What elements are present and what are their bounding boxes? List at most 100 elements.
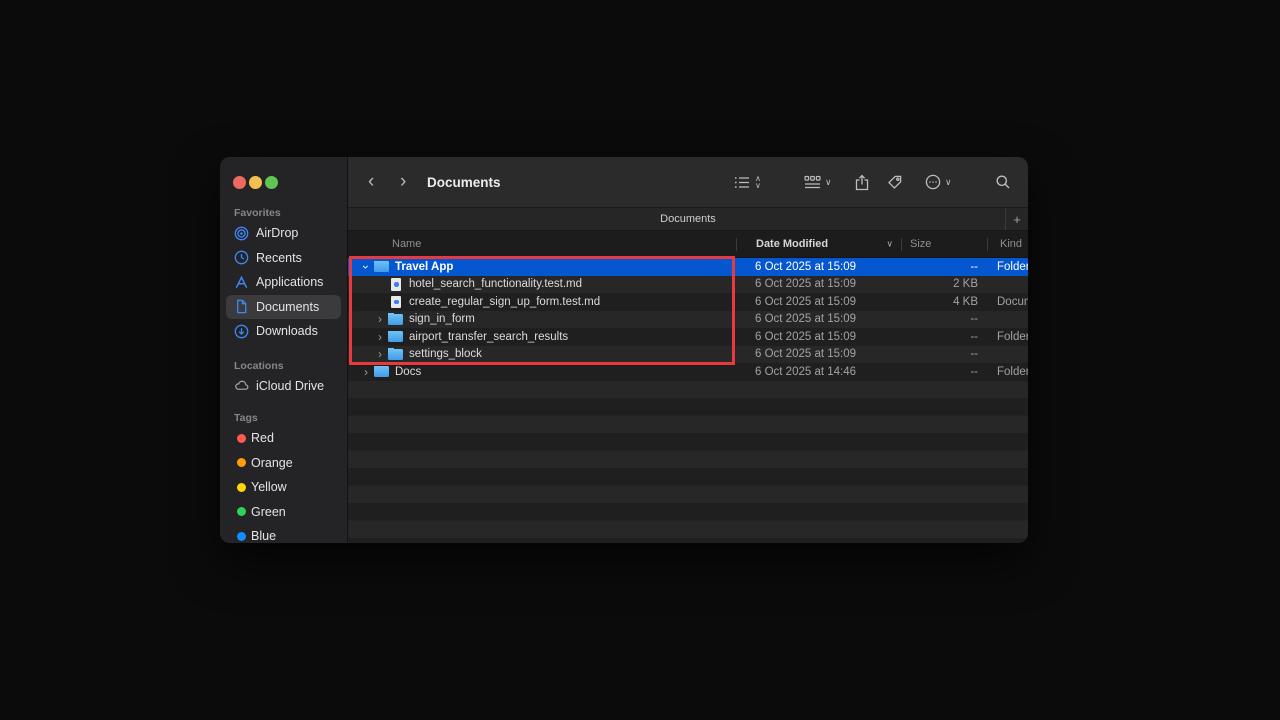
column-header-size[interactable]: Size [902, 238, 987, 250]
folder-icon [388, 314, 403, 325]
green-tag-dot-icon [237, 507, 246, 516]
table-row-sign-in-form[interactable]: › sign_in_form 6 Oct 2025 at 15:09 -- Fo… [348, 311, 361, 329]
file-size: 4 KB [900, 296, 985, 308]
orange-tag-dot-icon [237, 458, 246, 467]
date-modified: 6 Oct 2025 at 14:46 [736, 366, 900, 378]
desktop: Favorites AirDrop Recents Applications [0, 0, 1280, 720]
group-grid-icon [804, 175, 821, 190]
file-kind: Document [985, 278, 997, 290]
sidebar-item-tag-orange[interactable]: Orange [226, 451, 341, 476]
view-list-button[interactable]: ∧∨ [734, 157, 761, 207]
main-pane: ‹ › Documents ∧∨ [348, 157, 1028, 543]
date-modified: 6 Oct 2025 at 15:09 [736, 331, 900, 343]
column-header-name[interactable]: Name [348, 238, 736, 250]
finder-window: Favorites AirDrop Recents Applications [220, 157, 1028, 543]
table-row-airport-transfer[interactable]: › airport_transfer_search_results 6 Oct … [348, 328, 1028, 346]
folder-icon [374, 366, 389, 377]
sidebar-item-icloud-drive[interactable]: iCloud Drive [226, 374, 341, 399]
page-title: Documents [427, 157, 501, 207]
sidebar-item-tag-blue[interactable]: Blue [226, 524, 341, 543]
file-name: airport_transfer_search_results [409, 331, 568, 343]
table-row-hotel-search[interactable]: › hotel_search_functionality.test.md 6 O… [348, 276, 361, 294]
toolbar: ‹ › Documents ∧∨ [348, 157, 1028, 207]
sidebar-item-label: iCloud Drive [256, 379, 324, 393]
file-name: sign_in_form [409, 313, 475, 325]
disclosure-collapsed-icon[interactable]: › [374, 348, 386, 360]
sidebar-item-documents[interactable]: Documents [226, 295, 341, 320]
search-button[interactable] [995, 157, 1011, 207]
sidebar-item-label: Recents [256, 251, 302, 265]
airdrop-icon [234, 226, 249, 241]
more-actions-button[interactable]: ∨ [925, 157, 952, 207]
date-modified: 6 Oct 2025 at 15:09 [736, 296, 900, 308]
sidebar-item-label: Documents [256, 300, 319, 314]
applications-icon [234, 275, 249, 290]
new-tab-button[interactable]: + [1005, 208, 1028, 230]
table-row-create-signup[interactable]: › create_regular_sign_up_form.test.md 6 … [348, 293, 1028, 311]
file-name: Docs [395, 366, 421, 378]
red-tag-dot-icon [237, 434, 246, 443]
file-kind: Folder [985, 313, 997, 325]
document-icon [234, 299, 249, 314]
list-view-icon [734, 175, 751, 190]
file-name: hotel_search_functionality.test.md [409, 278, 582, 290]
table-row-settings-block[interactable]: › settings_block 6 Oct 2025 at 15:09 -- … [348, 346, 361, 364]
chevron-down-icon: ∨ [945, 177, 952, 188]
table-row-travel-app[interactable]: › Travel App 6 Oct 2025 at 15:09 -- Fold… [348, 258, 1028, 276]
disclosure-expanded-icon[interactable]: › [360, 261, 372, 273]
file-size: -- [900, 331, 985, 343]
sidebar-item-tag-yellow[interactable]: Yellow [226, 475, 341, 500]
column-headers: Name Date Modified ∨ Size Kind [348, 231, 1028, 258]
disclosure-collapsed-icon[interactable]: › [374, 331, 386, 343]
tags-button[interactable] [887, 157, 903, 207]
folder-icon [374, 261, 389, 272]
file-size: -- [900, 348, 985, 360]
group-button[interactable]: ∨ [804, 157, 832, 207]
date-modified: 6 Oct 2025 at 15:09 [736, 313, 900, 325]
sidebar-section-favorites: Favorites [226, 205, 341, 221]
disclosure-collapsed-icon[interactable]: › [360, 366, 372, 378]
column-header-date-modified[interactable]: Date Modified ∨ [737, 238, 901, 250]
file-list: › Travel App 6 Oct 2025 at 15:09 -- Fold… [348, 258, 1028, 543]
table-row-docs[interactable]: › Docs 6 Oct 2025 at 14:46 -- Folder [348, 363, 1028, 381]
sidebar-item-tag-red[interactable]: Red [226, 426, 341, 451]
ellipsis-circle-icon [925, 174, 941, 190]
sidebar-item-tag-green[interactable]: Green [226, 500, 341, 525]
file-kind: Folder [985, 331, 1028, 343]
forward-button[interactable]: › [400, 157, 406, 207]
tab-bar: Documents + [348, 207, 1028, 231]
file-kind: Folder [985, 366, 1028, 378]
share-icon [854, 174, 870, 191]
date-modified: 6 Oct 2025 at 15:09 [736, 278, 900, 290]
tag-icon [887, 174, 903, 190]
column-header-kind[interactable]: Kind [988, 238, 1028, 250]
file-kind: Document [985, 296, 1028, 308]
sidebar-item-downloads[interactable]: Downloads [226, 319, 341, 344]
chevron-down-icon: ∨ [825, 177, 832, 188]
sidebar-item-label: Downloads [256, 324, 318, 338]
close-button[interactable] [233, 176, 246, 189]
sidebar-item-airdrop[interactable]: AirDrop [226, 221, 341, 246]
sidebar-item-recents[interactable]: Recents [226, 246, 341, 271]
sidebar-item-applications[interactable]: Applications [226, 270, 341, 295]
file-name: settings_block [409, 348, 482, 360]
markdown-file-icon [391, 278, 401, 291]
share-button[interactable] [854, 157, 870, 207]
cloud-icon [234, 378, 249, 393]
minimize-button[interactable] [249, 176, 262, 189]
zoom-button[interactable] [265, 176, 278, 189]
sidebar-item-label: Green [251, 505, 286, 519]
file-size: -- [900, 261, 985, 273]
disclosure-collapsed-icon[interactable]: › [374, 313, 386, 325]
file-name: Travel App [395, 261, 453, 273]
sidebar-item-label: Red [251, 431, 274, 445]
sort-toggle-icon: ∧∨ [755, 175, 761, 189]
date-modified: 6 Oct 2025 at 15:09 [736, 261, 900, 273]
file-name: create_regular_sign_up_form.test.md [409, 296, 600, 308]
sidebar-item-label: Blue [251, 529, 276, 543]
sort-descending-icon: ∨ [886, 239, 893, 250]
file-size: 2 KB [900, 278, 985, 290]
tab-documents[interactable]: Documents [660, 213, 716, 225]
back-button[interactable]: ‹ [368, 157, 374, 207]
column-header-label: Date Modified [756, 238, 828, 250]
